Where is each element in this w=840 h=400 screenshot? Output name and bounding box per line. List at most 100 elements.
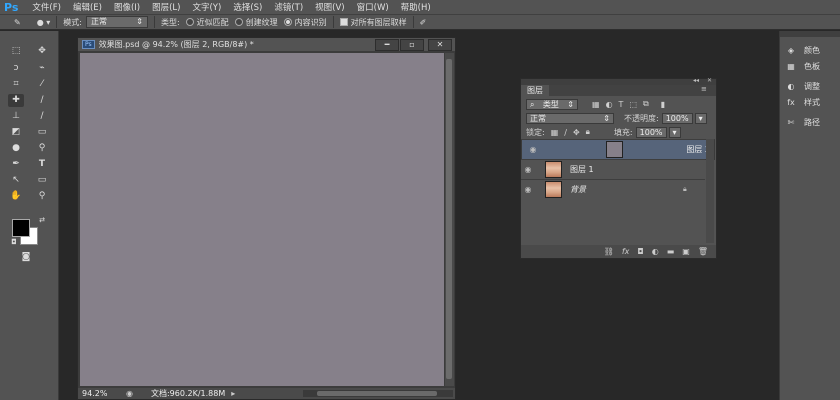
horizontal-scrollbar[interactable] [303, 390, 453, 397]
menu-filter[interactable]: 滤镜(T) [268, 1, 309, 13]
zoom-tool-icon[interactable]: ⚲ [34, 190, 50, 203]
gradient-tool-icon[interactable]: ▭ [34, 126, 50, 139]
pen-tool-icon[interactable]: ✒ [8, 158, 24, 171]
menu-select[interactable]: 选择(S) [227, 1, 268, 13]
horizontal-scroll-thumb[interactable] [317, 391, 437, 396]
fill-input[interactable]: 100% [635, 126, 667, 138]
vertical-scrollbar[interactable] [445, 53, 454, 386]
layers-scrollbar[interactable] [706, 139, 714, 243]
crop-tool-icon[interactable]: ⌗ [8, 78, 24, 91]
marquee-tool-icon[interactable]: ⬚ [8, 45, 24, 58]
lock-position-icon[interactable]: ✥ [573, 128, 580, 137]
new-layer-icon[interactable]: ▣ [682, 247, 690, 256]
filter-smart-object-icon[interactable]: ⧉ [643, 99, 649, 109]
quick-select-tool-icon[interactable]: ⌁ [34, 62, 50, 75]
menu-file[interactable]: 文件(F) [26, 1, 67, 13]
dodge-tool-icon[interactable]: ⚲ [34, 142, 50, 155]
lock-all-icon[interactable]: 🔒︎ [586, 127, 590, 137]
menu-bar: Ps 文件(F) 编辑(E) 图像(I) 图层(L) 文字(Y) 选择(S) 滤… [0, 0, 840, 14]
path-select-tool-icon[interactable]: ↖ [8, 174, 24, 187]
eyedropper-tool-icon[interactable]: ⁄ [34, 78, 50, 91]
swap-colors-icon[interactable]: ⇄ [34, 214, 50, 227]
healing-brush-icon[interactable]: ✎ [14, 18, 21, 27]
hand-tool-icon[interactable]: ✋ [8, 190, 24, 203]
document-title-bar[interactable]: Ps 效果图.psd @ 94.2% (图层 2, RGB/8#) * ━ ▫ … [78, 38, 455, 51]
mode-select[interactable]: 正常 ⇕ [85, 16, 148, 28]
brush-size-picker[interactable]: ● ▾ [37, 18, 51, 27]
sample-all-layers-checkbox[interactable]: 对所有图层取样 [339, 17, 407, 28]
move-tool-icon[interactable]: ✥ [34, 45, 50, 58]
filter-type-select[interactable]: ⌕ 类型 ⇕ [526, 98, 578, 110]
text-tool-icon[interactable]: T [34, 158, 50, 171]
history-brush-tool-icon[interactable]: ∕ [34, 110, 50, 123]
pressure-icon[interactable]: ✐ [420, 18, 427, 27]
visibility-eye-icon[interactable]: ◉ [521, 185, 535, 194]
vertical-scroll-thumb[interactable] [446, 59, 452, 379]
blend-mode-select[interactable]: 正常 ⇕ [526, 112, 614, 124]
layer-style-icon[interactable]: fx [622, 247, 630, 256]
lock-transparent-icon[interactable]: ▦ [551, 128, 559, 137]
filter-shape-icon[interactable]: ⬚ [629, 100, 637, 109]
filter-toggle-icon[interactable]: ▮ [661, 100, 665, 109]
dock-header-strip[interactable] [780, 31, 840, 37]
zoom-level[interactable]: 94.2% [78, 389, 126, 398]
menu-image[interactable]: 图像(I) [108, 1, 146, 13]
brush-tool-icon[interactable]: ∕ [34, 94, 50, 107]
blur-tool-icon[interactable]: ● [8, 142, 24, 155]
layer-row-layer1[interactable]: ◉ 图层 1 [521, 159, 705, 179]
menu-view[interactable]: 视图(V) [309, 1, 350, 13]
menu-layer[interactable]: 图层(L) [146, 1, 186, 13]
sample-all-layers-label: 对所有图层取样 [350, 17, 407, 27]
layer-row-background[interactable]: ◉ 背景 🔒︎ [521, 179, 705, 199]
collapse-icon[interactable]: ◂◂ [693, 77, 699, 84]
eraser-tool-icon[interactable]: ◩ [8, 126, 24, 139]
menu-edit[interactable]: 编辑(E) [67, 1, 108, 13]
minimize-button[interactable]: ━ [375, 39, 399, 51]
panel-menu-icon[interactable]: ≡ [701, 85, 707, 93]
status-arrow-icon[interactable]: ▸ [231, 389, 235, 398]
layer-name[interactable]: 图层 1 [570, 164, 594, 175]
healing-brush-tool-icon[interactable]: ✚ [8, 94, 24, 107]
opacity-slider-button[interactable]: ▾ [694, 112, 707, 124]
menu-help[interactable]: 帮助(H) [395, 1, 437, 13]
filter-pixel-icon[interactable]: ▦ [592, 100, 600, 109]
document-canvas[interactable] [80, 53, 444, 386]
clone-stamp-tool-icon[interactable]: ⊥ [8, 110, 24, 123]
filter-text-icon[interactable]: T [619, 100, 624, 109]
radio-proximity[interactable]: 近似匹配 [185, 17, 229, 28]
document-window: Ps 效果图.psd @ 94.2% (图层 2, RGB/8#) * ━ ▫ … [77, 37, 456, 400]
opacity-input[interactable]: 100% [661, 112, 693, 124]
radio-icon [185, 18, 194, 26]
delete-layer-icon[interactable]: 🗑︎ [698, 247, 708, 256]
default-colors-icon[interactable]: ◘ [6, 236, 22, 249]
rectangle-tool-icon[interactable]: ▭ [34, 174, 50, 187]
foreground-color-swatch[interactable] [12, 219, 30, 237]
dock-item-paths[interactable]: ✄ 路径 [784, 117, 820, 128]
status-menu-icon[interactable]: ◉ [126, 389, 133, 398]
dock-item-adjustments[interactable]: ◐ 调整 [784, 81, 821, 92]
menu-type[interactable]: 文字(Y) [186, 1, 227, 13]
radio-content-aware[interactable]: 内容识别 [283, 17, 327, 28]
radio-texture[interactable]: 创建纹理 [234, 17, 278, 28]
dock-item-styles[interactable]: fx 样式 [784, 97, 820, 108]
close-button[interactable]: ✕ [428, 39, 452, 51]
tab-layers[interactable]: 图层 [521, 85, 549, 96]
layer-row-layer2[interactable]: ◉ 图层 2 [521, 139, 715, 160]
dock-item-swatches[interactable]: ▦ 色板 [784, 61, 820, 72]
lasso-tool-icon[interactable]: ↄ [8, 62, 24, 75]
fill-slider-button[interactable]: ▾ [668, 126, 681, 138]
lock-paint-icon[interactable]: ∕ [564, 128, 567, 137]
visibility-eye-icon[interactable]: ◉ [526, 145, 540, 155]
quick-mask-icon[interactable]: ◙ [18, 251, 34, 264]
maximize-button[interactable]: ▫ [400, 39, 424, 51]
new-group-icon[interactable]: ▬ [667, 247, 675, 256]
dock-item-color[interactable]: ◈ 颜色 [784, 45, 820, 56]
new-adjustment-layer-icon[interactable]: ◐ [652, 247, 659, 256]
link-layers-icon[interactable]: ⛓ [604, 247, 614, 256]
filter-adjustment-icon[interactable]: ◐ [606, 100, 613, 109]
menu-window[interactable]: 窗口(W) [351, 1, 395, 13]
visibility-eye-icon[interactable]: ◉ [521, 165, 535, 174]
layer-name[interactable]: 背景 [570, 184, 586, 195]
add-mask-icon[interactable]: ◘ [637, 247, 643, 256]
panel-close-icon[interactable]: ✕ [707, 77, 712, 84]
